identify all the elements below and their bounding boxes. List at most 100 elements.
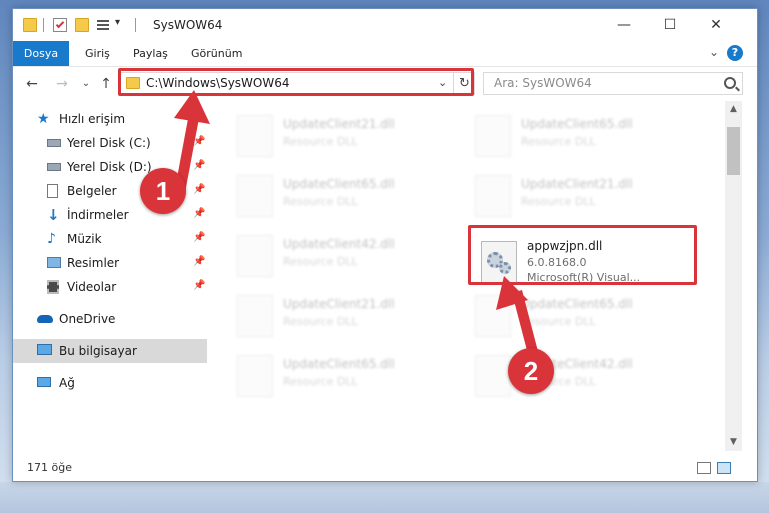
separator — [135, 18, 136, 32]
file-item[interactable]: UpdateClient42.dll Resource DLL — [467, 351, 697, 407]
sidebar-item-label: Yerel Disk (D:) — [67, 160, 152, 174]
sidebar-item-pictures[interactable]: Resimler 📌 — [13, 251, 207, 275]
file-name: UpdateClient21.dll — [283, 117, 395, 131]
help-icon[interactable]: ? — [727, 45, 743, 61]
search-icon — [724, 77, 736, 89]
dll-file-icon — [237, 175, 273, 217]
recent-locations-button[interactable]: ⌄ — [77, 75, 95, 93]
search-box[interactable]: Ara: SysWOW64 — [483, 72, 743, 95]
file-item[interactable]: UpdateClient21.dll Resource DLL — [229, 291, 459, 347]
video-icon — [47, 280, 59, 294]
sidebar-item-network[interactable]: Ağ — [13, 371, 207, 395]
file-item[interactable]: UpdateClient21.dll Resource DLL — [229, 111, 459, 167]
ribbon-tabs: Dosya Giriş Paylaş Görünüm ⌄ ? — [13, 41, 757, 67]
dll-file-icon — [237, 355, 273, 397]
forward-button[interactable]: → — [53, 75, 71, 93]
file-description: Resource DLL — [521, 315, 596, 328]
pin-icon[interactable]: 📌 — [193, 281, 205, 291]
item-count: 171 öğe — [27, 461, 72, 474]
large-icons-view-icon[interactable] — [717, 462, 731, 474]
pin-icon[interactable]: 📌 — [193, 161, 205, 171]
file-description: Resource DLL — [521, 195, 596, 208]
pin-icon[interactable]: 📌 — [193, 209, 205, 219]
navigation-pane: ★ Hızlı erişim Yerel Disk (C:) 📌 Yerel D… — [13, 101, 209, 451]
search-input[interactable]: Ara: SysWOW64 — [494, 76, 592, 90]
cloud-icon — [37, 315, 53, 323]
title-bar: ▾ SysWOW64 — ☐ ✕ — [13, 9, 757, 43]
file-item[interactable]: UpdateClient65.dll Resource DLL — [229, 171, 459, 227]
properties-icon[interactable] — [53, 18, 67, 32]
expand-ribbon-icon[interactable]: ⌄ — [709, 45, 719, 59]
file-item[interactable]: UpdateClient65.dll Resource DLL — [467, 291, 697, 347]
network-icon — [37, 377, 51, 387]
sidebar-item-local-disk-c[interactable]: Yerel Disk (C:) 📌 — [13, 131, 207, 155]
customize-quick-access-icon[interactable] — [97, 18, 111, 32]
folder-icon — [23, 18, 37, 32]
file-name: UpdateClient21.dll — [283, 297, 395, 311]
drive-icon — [47, 163, 61, 171]
sidebar-item-label: Hızlı erişim — [59, 112, 126, 126]
details-view-icon[interactable] — [697, 462, 711, 474]
file-name: UpdateClient65.dll — [521, 297, 633, 311]
file-name: UpdateClient65.dll — [283, 177, 395, 191]
file-description: Resource DLL — [521, 135, 596, 148]
sidebar-item-label: İndirmeler — [67, 208, 129, 222]
file-description: Resource DLL — [283, 315, 358, 328]
dll-file-icon — [237, 295, 273, 337]
sidebar-item-label: Bu bilgisayar — [59, 344, 137, 358]
file-name: UpdateClient21.dll — [521, 177, 633, 191]
scroll-thumb[interactable] — [727, 127, 740, 175]
window-title: SysWOW64 — [153, 18, 223, 32]
tab-file[interactable]: Dosya — [13, 41, 69, 66]
dll-file-icon — [237, 115, 273, 157]
file-item[interactable]: UpdateClient21.dll Resource DLL — [467, 171, 697, 227]
sidebar-item-music[interactable]: ♪ Müzik 📌 — [13, 227, 207, 251]
music-icon: ♪ — [47, 231, 56, 247]
up-button[interactable]: ↑ — [97, 75, 115, 93]
pictures-icon — [47, 257, 61, 268]
sidebar-item-label: Müzik — [67, 232, 102, 246]
file-name: UpdateClient65.dll — [283, 357, 395, 371]
download-icon: ↓ — [47, 206, 60, 224]
dll-file-icon — [237, 235, 273, 277]
dropdown-arrow-icon[interactable]: ▾ — [115, 17, 120, 28]
file-item[interactable]: UpdateClient65.dll Resource DLL — [467, 111, 697, 167]
sidebar-item-label: OneDrive — [59, 312, 116, 326]
scroll-up-icon[interactable]: ▲ — [725, 101, 742, 118]
step-1-badge: 1 — [140, 168, 186, 214]
address-bar-highlight — [118, 68, 474, 96]
back-button[interactable]: ← — [23, 75, 41, 93]
dll-file-icon — [475, 355, 511, 397]
vertical-scrollbar[interactable]: ▲ ▼ — [725, 101, 742, 451]
file-description: Resource DLL — [283, 255, 358, 268]
pin-icon[interactable]: 📌 — [193, 233, 205, 243]
scroll-down-icon[interactable]: ▼ — [725, 434, 742, 451]
new-folder-icon[interactable] — [75, 18, 89, 32]
documents-icon — [47, 184, 58, 198]
tab-view[interactable]: Görünüm — [181, 43, 252, 65]
file-description: Resource DLL — [283, 135, 358, 148]
star-icon: ★ — [37, 111, 50, 127]
minimize-button[interactable]: — — [601, 9, 647, 41]
file-item[interactable]: UpdateClient42.dll Resource DLL — [229, 231, 459, 287]
sidebar-item-this-pc[interactable]: Bu bilgisayar — [13, 339, 207, 363]
pin-icon[interactable]: 📌 — [193, 185, 205, 195]
pin-icon[interactable]: 📌 — [193, 137, 205, 147]
close-button[interactable]: ✕ — [693, 9, 739, 41]
sidebar-item-videos[interactable]: Videolar 📌 — [13, 275, 207, 299]
tab-home[interactable]: Giriş — [75, 43, 120, 65]
pin-icon[interactable]: 📌 — [193, 257, 205, 267]
file-item[interactable]: UpdateClient65.dll Resource DLL — [229, 351, 459, 407]
file-name: UpdateClient65.dll — [521, 117, 633, 131]
file-name: UpdateClient42.dll — [283, 237, 395, 251]
dll-file-icon — [475, 115, 511, 157]
sidebar-item-quick-access[interactable]: ★ Hızlı erişim — [13, 107, 207, 131]
desktop-background — [0, 482, 769, 513]
drive-icon — [47, 139, 61, 147]
tab-share[interactable]: Paylaş — [123, 43, 178, 65]
maximize-button[interactable]: ☐ — [647, 9, 693, 41]
file-description: Resource DLL — [283, 375, 358, 388]
dll-file-icon — [475, 295, 511, 337]
sidebar-item-onedrive[interactable]: OneDrive — [13, 307, 207, 331]
sidebar-item-label: Belgeler — [67, 184, 117, 198]
